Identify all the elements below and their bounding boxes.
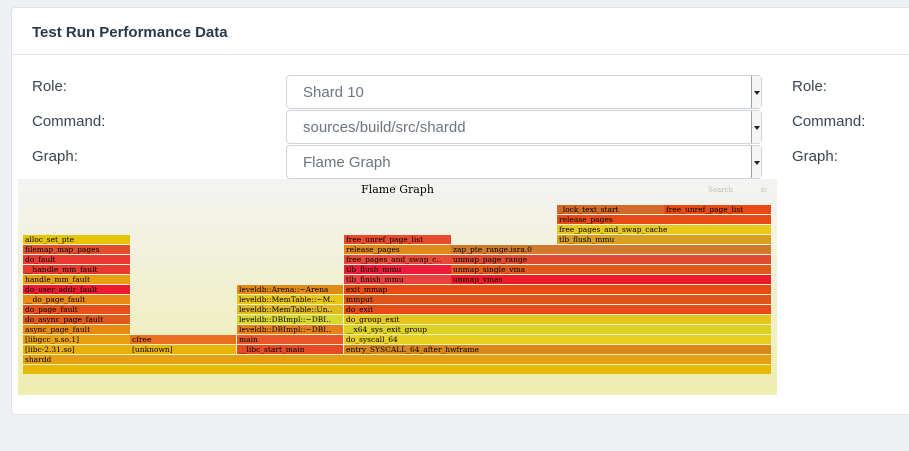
flame-frame[interactable]: __x64_sys_exit_group [344, 325, 771, 334]
flame-frame[interactable]: free_pages_and_swap_cache [557, 225, 771, 234]
graph-label: Graph: [32, 148, 78, 165]
flame-frame[interactable]: do_async_page_fault [23, 315, 130, 324]
card-header: Test Run Performance Data [12, 8, 909, 55]
flame-frame[interactable]: alloc_set_pte [23, 235, 130, 244]
flame-frame[interactable]: cfree [130, 335, 236, 344]
card-title: Test Run Performance Data [32, 24, 228, 41]
flame-frame[interactable]: main [237, 335, 343, 344]
flame-frame[interactable]: unmap_vmas [451, 275, 771, 284]
flame-frame[interactable]: leveldb::MemTable::~M.. [237, 295, 343, 304]
role-select-arrow[interactable] [751, 76, 761, 108]
command-select[interactable]: sources/build/src/shardd [286, 110, 762, 144]
role-select-value: Shard 10 [303, 84, 364, 101]
right-graph-label: Graph: [792, 148, 838, 165]
flame-frame[interactable]: __do_page_fault [23, 295, 130, 304]
flame-ic-button[interactable]: ic [761, 186, 767, 194]
flame-frame[interactable]: do_page_fault [23, 305, 130, 314]
flame-frame[interactable]: release_pages [557, 215, 771, 224]
flame-frame[interactable]: leveldb::MemTable::Un.. [237, 305, 343, 314]
flame-frame[interactable]: free_unref_page_list [664, 205, 771, 214]
flame-frame[interactable]: unmap_page_range [451, 255, 771, 264]
flame-frame[interactable]: do_exit [344, 305, 771, 314]
flame-frame[interactable]: tlb_flush_mmu [557, 235, 771, 244]
right-command-label: Command: [792, 113, 866, 130]
command-select-arrow[interactable] [751, 111, 761, 143]
flame-frame[interactable]: exit_mmap [344, 285, 771, 294]
flame-search-button[interactable]: Search [708, 186, 733, 194]
flame-frame[interactable]: do_fault [23, 255, 130, 264]
graph-select-value: Flame Graph [303, 154, 391, 171]
flame-frame[interactable]: do_user_addr_fault [23, 285, 130, 294]
flame-frame[interactable]: do_group_exit [344, 315, 771, 324]
role-select[interactable]: Shard 10 [286, 75, 762, 109]
flame-frame[interactable]: release_pages [344, 245, 451, 254]
flame-frame[interactable]: do_syscall_64 [344, 335, 771, 344]
flame-frame[interactable]: leveldb::DBImpl::~DBI.. [237, 325, 343, 334]
flame-frame[interactable]: unmap_single_vma [451, 265, 771, 274]
graph-select[interactable]: Flame Graph [286, 145, 762, 179]
flame-frame[interactable]: tlb_flush_mmu [344, 265, 451, 274]
flame-graph-title: Flame Graph [361, 183, 434, 196]
flame-frame[interactable]: mmput [344, 295, 771, 304]
flame-frame[interactable]: free_pages_and_swap_c.. [344, 255, 451, 264]
role-label: Role: [32, 78, 68, 95]
command-select-value: sources/build/src/shardd [303, 119, 466, 136]
flame-frame[interactable]: zap_pte_range.isra.0 [451, 245, 771, 254]
flame-frame[interactable]: _lock_text_start [557, 205, 664, 214]
flame-frame[interactable]: free_unref_page_list [344, 235, 451, 244]
chevron-down-icon [754, 91, 760, 95]
right-role-label: Role: [792, 78, 828, 95]
chevron-down-icon [754, 126, 760, 130]
command-label: Command: [32, 113, 106, 130]
flame-frame[interactable]: async_page_fault [23, 325, 130, 334]
flame-frame[interactable]: handle_mm_fault [23, 275, 130, 284]
flame-frame[interactable]: leveldb::Arena::~Arena [237, 285, 343, 294]
flame-frame[interactable]: [libgcc_s.so.1] [23, 335, 130, 344]
flame-frame[interactable]: [libc-2.31.so] [23, 345, 130, 354]
flame-frame[interactable]: leveldb::DBImpl::~DBI.. [237, 315, 343, 324]
flame-frame[interactable]: filemap_map_pages [23, 245, 130, 254]
flame-frame[interactable]: __handle_mm_fault [23, 265, 130, 274]
flame-frame[interactable]: tlb_finish_mmu [344, 275, 451, 284]
flame-frame[interactable]: shardd [23, 355, 771, 364]
flame-frame[interactable] [23, 365, 771, 374]
graph-select-arrow[interactable] [751, 146, 761, 178]
flame-frame[interactable]: __libc_start_main [237, 345, 343, 354]
flame-frame[interactable]: [unknown] [130, 345, 236, 354]
flame-graph[interactable]: Flame Graph Search ic shardd [libc-2.31.s… [18, 179, 777, 395]
flame-frame[interactable]: entry_SYSCALL_64_after_hwframe [344, 345, 771, 354]
chevron-down-icon [754, 161, 760, 165]
